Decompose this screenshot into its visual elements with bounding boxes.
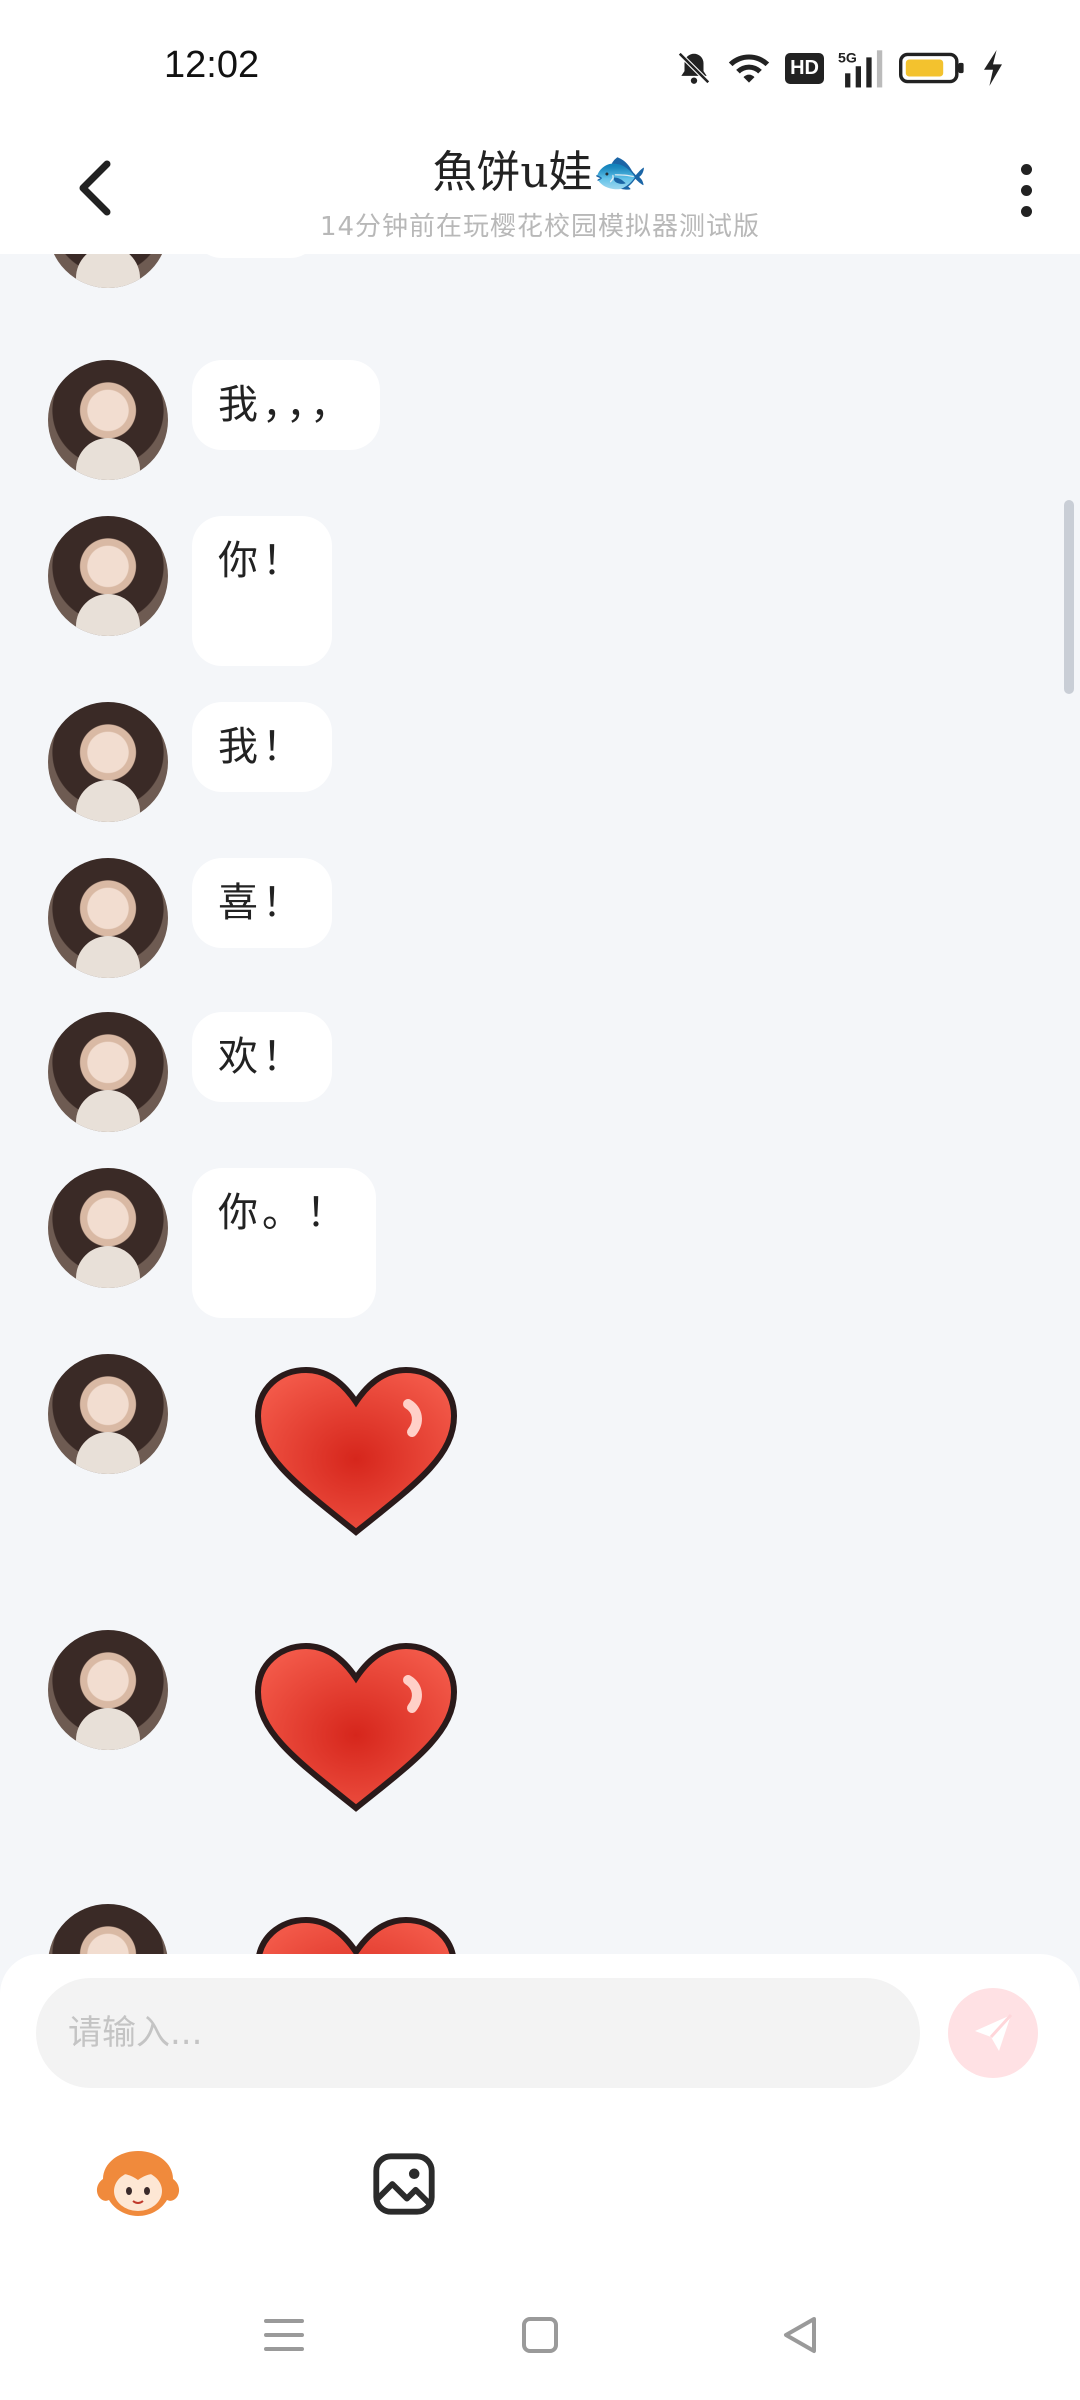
more-dot <box>1020 163 1032 175</box>
avatar[interactable] <box>48 516 168 636</box>
home-nav-button[interactable] <box>500 2300 580 2370</box>
avatar[interactable] <box>48 702 168 822</box>
image-icon <box>373 2153 435 2215</box>
more-dot <box>1020 205 1032 217</box>
sticker-button[interactable] <box>88 2134 188 2234</box>
red-heart-sticker[interactable] <box>252 1640 460 1816</box>
avatar[interactable] <box>48 1012 168 1132</box>
red-heart-sticker[interactable] <box>252 1364 460 1540</box>
avatar[interactable] <box>48 360 168 480</box>
charging-icon <box>982 46 1004 90</box>
back-nav-button[interactable] <box>760 2300 840 2370</box>
mute-bell-icon <box>675 46 713 90</box>
menu-icon <box>264 2319 304 2351</box>
avatar[interactable] <box>48 254 168 288</box>
message-bubble[interactable]: ??? <box>192 254 321 258</box>
battery-icon <box>898 46 968 90</box>
scrollbar[interactable] <box>1064 500 1074 694</box>
menu-nav-button[interactable] <box>244 2300 324 2370</box>
send-icon <box>975 2013 1013 2051</box>
chat-header: 魚饼u娃🐟 14分钟前在玩樱花校园模拟器测试版 <box>0 120 1080 254</box>
system-nav-bar <box>0 2270 1080 2400</box>
more-dot <box>1020 184 1032 196</box>
status-bar: 12:02 HD 5G <box>0 0 1080 120</box>
wifi-icon <box>727 46 771 90</box>
message-bubble[interactable]: 你！ <box>192 516 332 666</box>
image-button[interactable] <box>354 2134 454 2234</box>
title-block: 魚饼u娃🐟 14分钟前在玩樱花校园模拟器测试版 <box>200 136 880 243</box>
status-time: 12:02 <box>164 44 260 86</box>
avatar[interactable] <box>48 1630 168 1750</box>
avatar[interactable] <box>48 1354 168 1474</box>
chevron-left-icon <box>79 160 111 216</box>
hd-icon: HD <box>785 46 824 90</box>
message-input[interactable] <box>36 1978 920 2088</box>
chat-subtitle: 14分钟前在玩樱花校园模拟器测试版 <box>319 212 761 242</box>
message-list[interactable]: ??? 我，，， 你！ 我！ 喜！ 欢！ 你。！ <box>0 254 1080 1954</box>
message-bubble[interactable]: 我！ <box>192 702 332 792</box>
avatar[interactable] <box>48 858 168 978</box>
back-triangle-icon <box>784 2317 816 2353</box>
message-bubble[interactable]: 喜！ <box>192 858 332 948</box>
back-button[interactable] <box>60 148 130 228</box>
send-button[interactable] <box>948 1988 1038 2078</box>
message-bubble[interactable]: 我，，， <box>192 360 380 450</box>
home-square-icon <box>522 2317 558 2353</box>
more-options-button[interactable] <box>996 150 1056 230</box>
avatar[interactable] <box>48 1904 168 1954</box>
status-icons: HD 5G <box>675 46 1004 90</box>
message-bubble[interactable]: 你。！ <box>192 1168 376 1318</box>
mascot-sticker-icon <box>96 2151 180 2216</box>
cellular-signal-icon: 5G <box>838 46 884 90</box>
red-heart-sticker[interactable] <box>252 1914 460 1954</box>
avatar[interactable] <box>48 1168 168 1288</box>
chat-screen: 12:02 HD 5G 魚饼u娃🐟 14分钟前在玩樱花校园模拟器测试版 我，，，… <box>0 0 1080 2400</box>
chat-title: 魚饼u娃🐟 <box>432 147 648 198</box>
network-label: 5G <box>838 50 857 66</box>
message-bubble[interactable]: 欢！ <box>192 1012 332 1102</box>
